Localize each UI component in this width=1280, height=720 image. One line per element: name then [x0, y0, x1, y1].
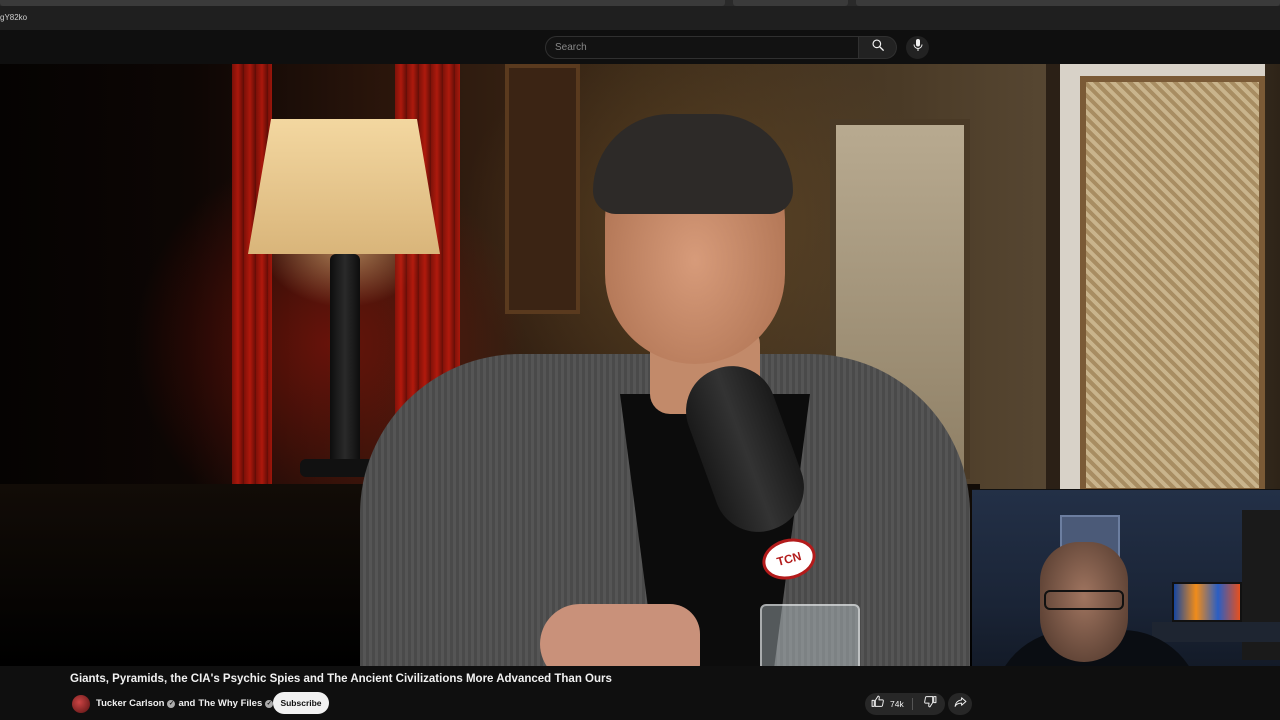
share-icon — [954, 695, 967, 713]
tapestry — [1080, 76, 1265, 494]
red-curtain — [232, 64, 272, 484]
channel-link-tucker[interactable]: Tucker Carlson — [96, 698, 164, 709]
webcam-desk — [1152, 622, 1280, 642]
like-divider — [912, 698, 913, 710]
search-input[interactable] — [555, 37, 858, 58]
share-button[interactable] — [948, 693, 972, 715]
webcam-person-glasses — [1044, 590, 1124, 610]
channel-joiner: and — [178, 698, 196, 709]
thumbs-up-icon — [871, 695, 884, 713]
dislike-button[interactable] — [919, 693, 941, 715]
channel-names: Tucker Carlson ✓ and The Why Files ✓ — [96, 698, 274, 709]
like-dislike-group: 74k — [865, 693, 945, 715]
video-info: Giants, Pyramids, the CIA's Psychic Spie… — [0, 666, 1280, 720]
channel-avatar[interactable] — [72, 695, 90, 713]
speaker-hand — [540, 604, 700, 666]
browser-tab[interactable] — [0, 0, 725, 6]
subscribe-button[interactable]: Subscribe — [273, 692, 329, 714]
water-glass — [760, 604, 860, 666]
search-box[interactable] — [545, 36, 859, 59]
search-icon — [871, 38, 885, 57]
search-button[interactable] — [859, 36, 897, 59]
channel-link-whyfiles[interactable]: The Why Files — [198, 698, 262, 709]
door-frame — [1046, 64, 1060, 494]
url-fragment[interactable]: gY82ko — [0, 13, 27, 22]
mic-icon — [912, 38, 924, 57]
like-button[interactable]: 74k — [871, 693, 904, 715]
voice-search-button[interactable] — [906, 36, 929, 59]
browser-tab[interactable] — [733, 0, 848, 6]
thumbs-down-icon — [923, 695, 937, 713]
tab-bar — [0, 0, 1280, 6]
speaker: TCN — [360, 104, 980, 666]
video-title: Giants, Pyramids, the CIA's Psychic Spie… — [70, 673, 612, 685]
speaker-hair — [593, 114, 793, 214]
lamp-base — [330, 254, 360, 474]
browser-tab-strip: gY82ko — [0, 0, 1280, 30]
verified-icon: ✓ — [167, 699, 176, 708]
like-count: 74k — [890, 699, 904, 709]
browser-tab[interactable] — [856, 0, 1280, 6]
webcam-tv — [1172, 582, 1242, 622]
youtube-header — [0, 30, 1280, 64]
